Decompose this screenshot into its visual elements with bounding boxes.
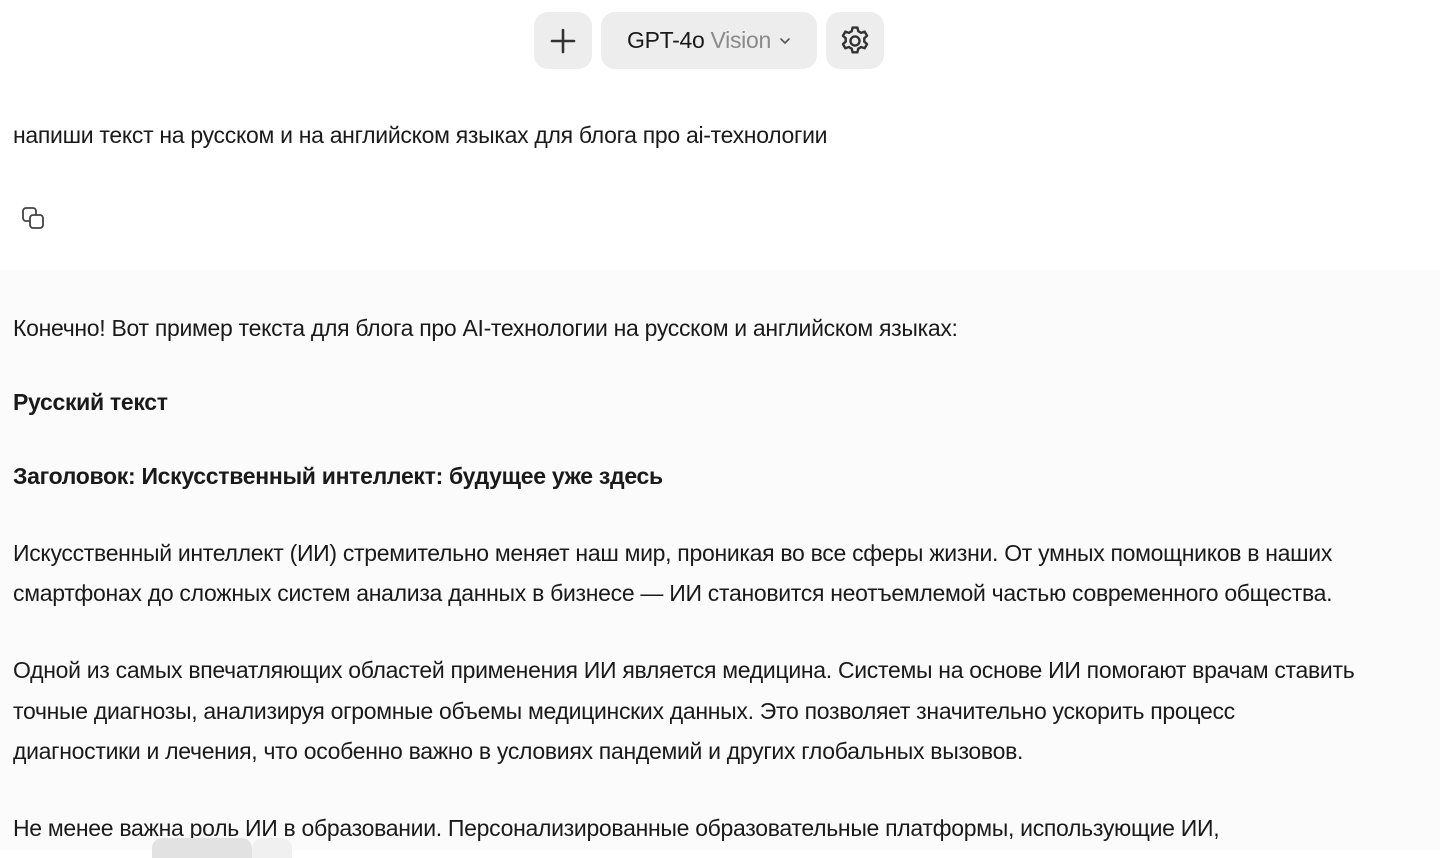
top-toolbar: GPT-4o Vision — [0, 12, 1440, 70]
copy-icon — [22, 207, 44, 229]
article-title: Заголовок: Искусственный интеллект: буду… — [13, 463, 663, 489]
model-selector[interactable]: GPT-4o Vision — [601, 12, 817, 69]
settings-button[interactable] — [826, 12, 884, 69]
user-message: напиши текст на русском и на английском … — [13, 122, 828, 148]
copy-button[interactable] — [18, 203, 48, 233]
gear-icon — [841, 25, 869, 54]
paragraph-1-line-1: Искусственный интеллект (ИИ) стремительн… — [13, 540, 1333, 566]
scroll-indicator-shadow — [252, 838, 292, 858]
scroll-indicator[interactable] — [152, 838, 252, 858]
assistant-intro: Конечно! Вот пример текста для блога про… — [13, 315, 958, 341]
model-variant: Vision — [710, 27, 772, 53]
paragraph-2-line-2: точные диагнозы, анализируя огромные объ… — [13, 698, 1235, 724]
plus-icon — [550, 28, 576, 53]
chevron-down-icon — [779, 35, 791, 47]
section-heading: Русский текст — [13, 389, 168, 415]
model-name: GPT-4o — [627, 27, 705, 53]
paragraph-2-line-3: диагностики и лечения, что особенно важн… — [13, 738, 1024, 764]
new-chat-button[interactable] — [534, 12, 592, 69]
paragraph-2-line-1: Одной из самых впечатляющих областей при… — [13, 657, 1355, 683]
paragraph-1-line-2: смартфонах до сложных систем анализа дан… — [13, 580, 1333, 606]
